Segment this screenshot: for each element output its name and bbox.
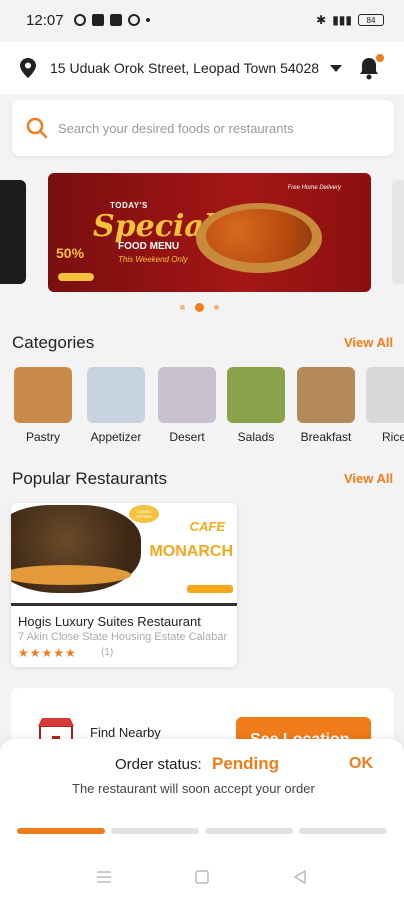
category-appetizer[interactable]: Appetizer (87, 367, 145, 444)
category-label: Appetizer (90, 430, 142, 444)
battery-icon: 84 (358, 14, 384, 26)
promo-banner[interactable]: TODAY'S Special FOOD MENU This Weekend O… (48, 173, 371, 292)
categories-list[interactable]: Pastry Appetizer Desert Salads Breakfast… (14, 367, 404, 447)
order-status-message: The restaurant will soon accept your ord… (72, 781, 315, 796)
home-icon[interactable] (193, 868, 211, 886)
logo-order-button (187, 585, 233, 593)
restaurant-card[interactable]: COMBO OFFERS CAFE MONARCH Hogis Luxury S… (11, 503, 237, 667)
popular-view-all[interactable]: View All (344, 471, 393, 486)
category-salads[interactable]: Salads (227, 367, 285, 444)
progress-step (205, 828, 293, 834)
find-nearby-label: Find Nearby (90, 725, 161, 740)
banner-order-button (58, 273, 94, 281)
category-label: Rice (382, 430, 404, 444)
category-label: Desert (169, 430, 205, 444)
order-status-value: Pending (212, 754, 280, 773)
order-progress (17, 828, 387, 834)
category-desert[interactable]: Desert (158, 367, 216, 444)
banner-discount: 50% (56, 245, 85, 261)
rating-count: (1) (101, 647, 114, 658)
search-input[interactable]: Search your desired foods or restaurants (12, 100, 394, 156)
category-image (14, 367, 72, 423)
cafe-logo-name: MONARCH (149, 543, 233, 560)
signal-icon: ▮▮▮ (332, 13, 352, 27)
banner-delivery-tag: Free Home Delivery (287, 185, 341, 191)
bluetooth-icon: ✱ (316, 13, 327, 27)
category-image (366, 367, 404, 423)
location-pin-icon (20, 58, 36, 78)
ok-button[interactable]: OK (349, 755, 373, 773)
category-image (227, 367, 285, 423)
banner-subtitle: FOOD MENU (118, 241, 180, 252)
menu-icon[interactable] (95, 868, 113, 886)
search-icon (26, 117, 48, 139)
category-label: Breakfast (300, 430, 352, 444)
category-label: Salads (237, 430, 275, 444)
category-image (297, 367, 355, 423)
order-status-label: Order status: (115, 756, 202, 773)
carousel-dot[interactable] (214, 305, 219, 310)
search-placeholder: Search your desired foods or restaurants (58, 120, 294, 136)
category-image (158, 367, 216, 423)
category-label: Pastry (25, 430, 60, 444)
whatsapp-icon (73, 14, 86, 26)
categories-view-all[interactable]: View All (344, 335, 393, 350)
notification-badge (376, 54, 384, 62)
restaurant-address: 7 Akin Close State Housing Estate Calaba… (18, 631, 228, 643)
restaurant-name: Hogis Luxury Suites Restaurant (18, 614, 201, 629)
order-status-sheet: Order status: Pending OK The restaurant … (0, 739, 404, 900)
promo-carousel[interactable]: TODAY'S Special FOOD MENU This Weekend O… (0, 170, 404, 295)
status-right: ✱ ▮▮▮ 84 (316, 13, 384, 27)
carousel-indicators (180, 303, 219, 312)
popular-restaurants-title: Popular Restaurants (12, 469, 167, 488)
status-bar: 12:07 ✱ ▮▮▮ 84 (0, 0, 404, 40)
chevron-down-icon[interactable] (330, 64, 342, 72)
youtube-icon (109, 14, 122, 26)
notification-icons (73, 14, 150, 26)
category-image (87, 367, 145, 423)
system-nav-bar (0, 857, 404, 897)
categories-title: Categories (12, 333, 95, 352)
image-divider (11, 603, 237, 606)
banner-note: This Weekend Only (118, 255, 188, 264)
back-icon[interactable] (291, 868, 309, 886)
carousel-dot[interactable] (180, 305, 185, 310)
next-slide[interactable] (392, 180, 404, 284)
category-breakfast[interactable]: Breakfast (297, 367, 355, 444)
fried-chicken-image (206, 209, 312, 263)
progress-step (299, 828, 387, 834)
combo-badge: COMBO OFFERS (129, 505, 159, 523)
star-rating-icon: ★★★★★ (18, 646, 77, 660)
previous-slide[interactable] (0, 180, 26, 284)
carousel-dot-active[interactable] (195, 303, 204, 312)
app-icon (127, 14, 140, 26)
notifications-button[interactable] (358, 54, 384, 80)
delivery-address[interactable]: 15 Uduak Orok Street, Leopad Town 540281… (50, 60, 320, 76)
status-time: 12:07 (26, 11, 64, 29)
facebook-icon (91, 14, 104, 26)
cafe-logo-top: CAFE (189, 519, 225, 534)
category-rice[interactable]: Rice (366, 367, 404, 444)
more-notifications-icon (145, 18, 150, 22)
progress-step (17, 828, 105, 834)
progress-step (111, 828, 199, 834)
category-pastry[interactable]: Pastry (14, 367, 72, 444)
address-bar[interactable]: 15 Uduak Orok Street, Leopad Town 540281… (0, 42, 404, 94)
restaurant-image: COMBO OFFERS CAFE MONARCH (11, 503, 237, 603)
